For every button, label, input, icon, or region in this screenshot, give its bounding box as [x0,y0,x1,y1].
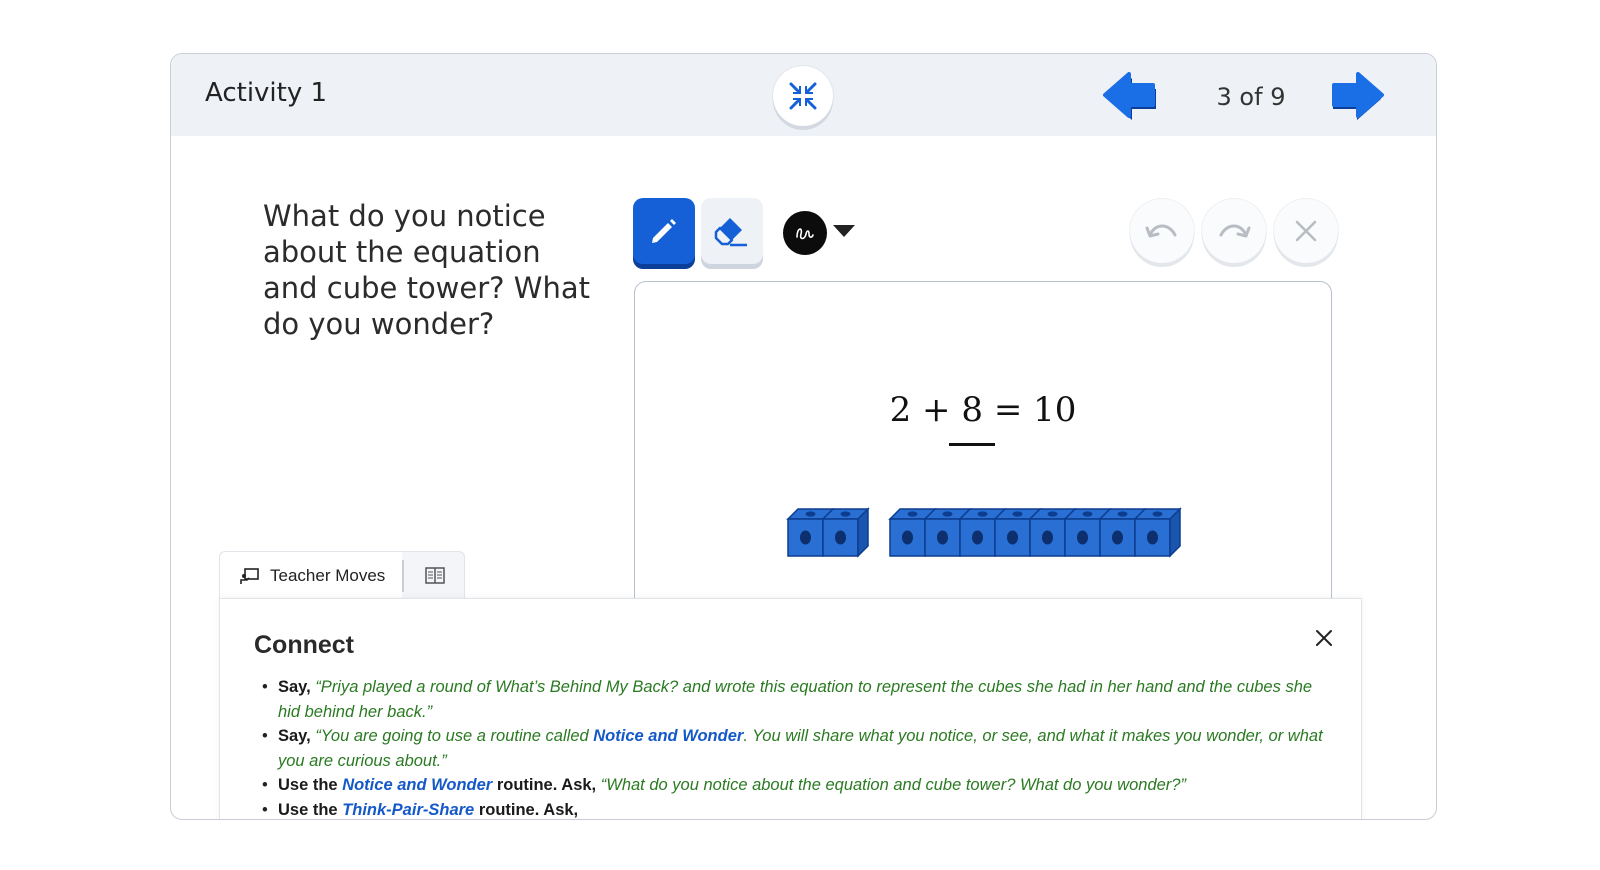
stroke-color-swatch[interactable] [783,211,827,255]
collapse-arrows-icon [789,82,817,110]
next-page-button[interactable] [1326,68,1386,122]
equation-result: 10 [1033,390,1077,430]
activity-card: Activity 1 3 of 9 What do you notice abo… [170,53,1437,820]
teacher-moves-panel: Connect Say, “Priya played a round of Wh… [219,598,1362,820]
eraser-icon [714,218,747,247]
arrow-right-icon [1332,72,1384,120]
item-quote: “Priya played a round of What’s Behind M… [278,678,1313,721]
tab-divider [402,560,404,592]
equation-blank: 8 [949,390,995,446]
list-item: Use the Think-Pair-Share routine. Ask, [262,798,1328,820]
previous-page-button[interactable] [1101,68,1161,122]
notice-and-wonder-link[interactable]: Notice and Wonder [342,776,492,794]
item-lead-end: routine. Ask, [474,800,579,819]
activity-header: Activity 1 3 of 9 [171,54,1436,136]
eraser-tool-button[interactable] [701,198,763,264]
item-quote: “What do you notice about the equation a… [600,776,1186,794]
equation-equals: = [993,390,1023,430]
equation-plus: + [922,390,951,430]
list-item: Say, “You are going to use a routine cal… [262,724,1328,773]
panel-close-button[interactable] [1311,625,1337,651]
book-icon [425,567,445,584]
caret-down-icon [833,225,855,237]
item-lead-start: Use the [278,776,343,794]
presentation-icon [240,568,259,584]
think-pair-share-link[interactable]: Think-Pair-Share [342,801,474,819]
cube-group [786,507,870,558]
tab-teacher-moves-label: Teacher Moves [270,566,386,585]
collapse-button[interactable] [773,66,833,126]
list-item: Say, “Priya played a round of What’s Beh… [262,675,1328,724]
cube-group [888,507,1182,558]
equation-addend-left: 2 [889,390,912,430]
cube-tower [786,507,1182,558]
panel-title: Connect [254,631,354,659]
equation: 2 + 8 = 10 [635,390,1331,446]
item-lead-start: Use the [278,800,343,819]
teacher-moves-list: Say, “Priya played a round of What’s Beh… [262,675,1328,820]
item-lead: Say, [278,678,311,696]
redo-button[interactable] [1202,199,1266,263]
item-quote-start: “You are going to use a routine called [315,727,594,745]
tab-lesson-book[interactable] [406,552,464,600]
clear-button[interactable] [1274,199,1338,263]
undo-button[interactable] [1130,199,1194,263]
page-indicator: 3 of 9 [1216,83,1286,111]
pen-tool-button[interactable] [633,198,695,264]
squiggle-icon [796,228,814,240]
question-prompt: What do you notice about the equation an… [263,199,590,341]
arrow-left-icon [1103,72,1156,120]
close-icon [1295,220,1317,242]
notice-and-wonder-link[interactable]: Notice and Wonder [593,727,743,745]
pencil-icon [652,219,676,243]
close-icon [1316,630,1332,646]
tab-teacher-moves[interactable]: Teacher Moves [220,552,402,600]
item-lead-end: routine. Ask, [492,776,597,794]
item-lead: Say, [278,727,311,745]
list-item: Use the Notice and Wonder routine. Ask, … [262,773,1328,798]
redo-icon [1219,224,1251,238]
undo-icon [1145,224,1177,238]
panel-tabs: Teacher Moves [219,551,465,600]
activity-title: Activity 1 [205,78,328,108]
color-dropdown-button[interactable] [831,221,857,241]
